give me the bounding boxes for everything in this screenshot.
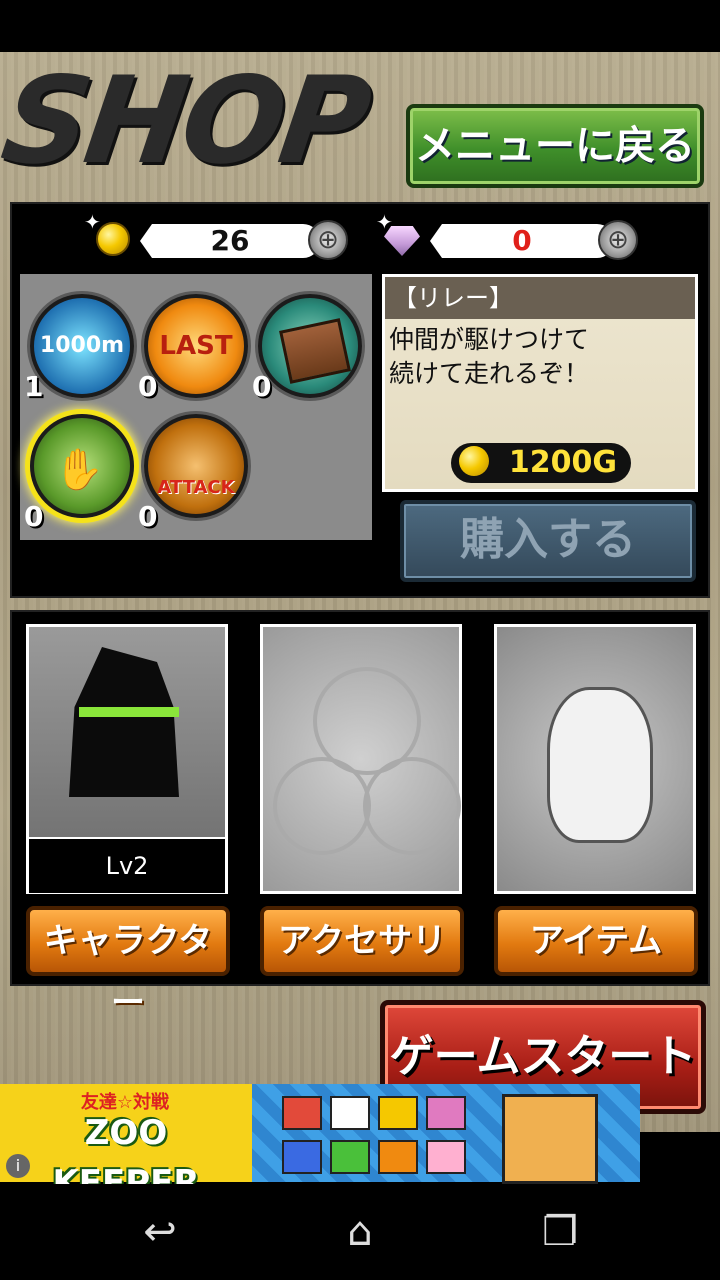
item-count: 1: [24, 370, 44, 403]
buy-button[interactable]: 購入する: [400, 500, 696, 582]
locked-icon: [273, 757, 371, 855]
bag-icon: [547, 687, 653, 843]
item-card[interactable]: [494, 624, 696, 894]
item-count: 0: [138, 500, 158, 533]
animal-icon: [378, 1096, 418, 1130]
ad-banner-right[interactable]: [252, 1084, 640, 1184]
item-count: 0: [138, 370, 158, 403]
item-board-icon[interactable]: [258, 294, 362, 398]
item-description-panel: 【リレー】 仲間が駆けつけて 続けて走れるぞ！ 1200G: [382, 274, 698, 492]
animal-icon: [282, 1140, 322, 1174]
animal-icon: [426, 1096, 466, 1130]
add-gold-button[interactable]: ⊕: [308, 220, 348, 260]
recent-apps-icon[interactable]: ❐: [520, 1202, 600, 1262]
character-band: [79, 707, 179, 717]
navigation-bar: ↩ ⌂ ❐: [0, 1184, 720, 1280]
category-panel: Lv2 キャラクター アクセサリ アイテム: [10, 610, 710, 1023]
back-icon[interactable]: ↩: [120, 1202, 200, 1262]
character-image: [69, 647, 179, 797]
ad-subtitle: 友達☆対戦: [80, 1092, 170, 1113]
item-count: 0: [252, 370, 272, 403]
item-description-text: 仲間が駆けつけて 続けて走れるぞ！: [389, 325, 590, 388]
accessory-tab-button[interactable]: アクセサリ: [260, 906, 464, 976]
item-tab-button[interactable]: アイテム: [494, 906, 698, 976]
locked-icon: [363, 757, 461, 855]
item-price-value: 1200G: [508, 445, 617, 480]
item-last-icon[interactable]: LAST: [144, 294, 248, 398]
animal-icon: [330, 1096, 370, 1130]
add-gems-button[interactable]: ⊕: [598, 220, 638, 260]
item-1000m-icon[interactable]: 1000m: [30, 294, 134, 398]
home-icon[interactable]: ⌂: [320, 1202, 400, 1262]
gold-count: 26: [140, 224, 320, 258]
item-relay-icon[interactable]: ✋: [30, 414, 134, 518]
character-card[interactable]: Lv2: [26, 624, 228, 894]
ad-banner-left[interactable]: 友達☆対戦 ZOO KEEPER i: [0, 1084, 252, 1203]
gem-count: 0: [430, 224, 614, 258]
animal-icon: [282, 1096, 322, 1130]
accessory-card[interactable]: [260, 624, 462, 894]
ad-title: ZOO KEEPER: [52, 1113, 200, 1203]
back-to-menu-button[interactable]: メニューに戻る: [406, 104, 704, 188]
animal-icon: [330, 1140, 370, 1174]
diamond-icon: [384, 226, 420, 256]
animal-icon: [426, 1140, 466, 1174]
character-tab-button[interactable]: キャラクター: [26, 906, 230, 1023]
zookeeper-character: [502, 1094, 598, 1184]
gold-coin-icon: [96, 222, 130, 256]
item-description-title: 【リレー】: [385, 277, 695, 319]
animal-icon: [378, 1140, 418, 1174]
item-grid: 1000m 1 LAST 0 0 ✋ 0 ATTACK 0: [20, 274, 372, 540]
page-title: SHOP: [0, 52, 375, 191]
info-icon[interactable]: i: [6, 1154, 30, 1178]
item-attack-icon[interactable]: ATTACK: [144, 414, 248, 518]
item-price: 1200G: [451, 443, 631, 483]
gold-coin-icon: [459, 446, 489, 476]
character-level: Lv2: [29, 837, 225, 893]
item-count: 0: [24, 500, 44, 533]
